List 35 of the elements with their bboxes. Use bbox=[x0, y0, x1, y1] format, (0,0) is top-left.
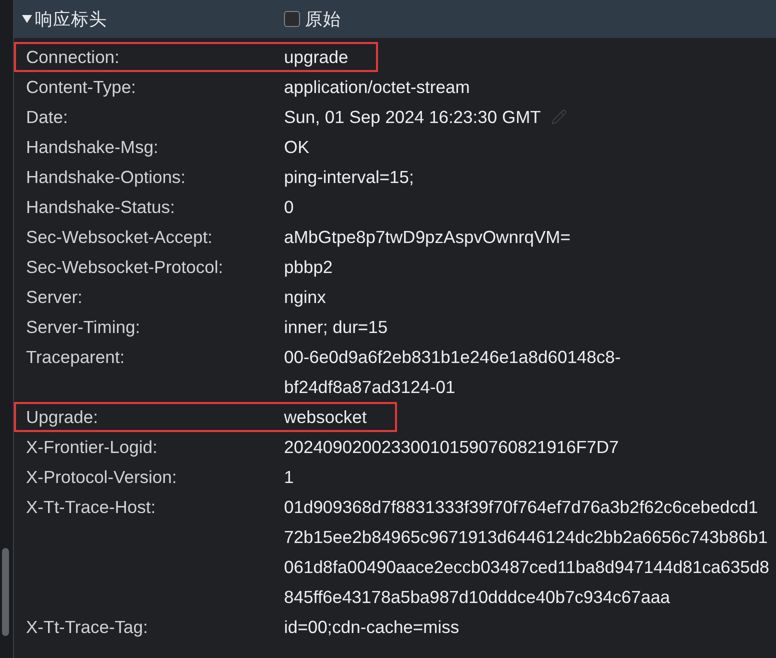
header-name: Connection: bbox=[25, 46, 120, 69]
header-value: OK bbox=[284, 136, 310, 159]
header-name: X-Frontier-Logid: bbox=[25, 436, 158, 459]
header-value: aMbGtpe8p7twD9pzAspvOwnrqVM= bbox=[284, 226, 570, 249]
header-name: Handshake-Status: bbox=[25, 196, 176, 219]
header-name: X-Tt-Trace-Tag: bbox=[25, 616, 149, 639]
header-name: Server-Timing: bbox=[25, 316, 142, 339]
header-name: Sec-Websocket-Protocol: bbox=[25, 256, 224, 279]
section-title[interactable]: 响应标头 bbox=[35, 7, 107, 31]
header-value: nginx bbox=[284, 286, 326, 309]
header-name: X-Protocol-Version: bbox=[25, 466, 178, 489]
header-value: websocket bbox=[284, 406, 367, 429]
header-name: Sec-Websocket-Accept: bbox=[25, 226, 214, 249]
header-value: 0 bbox=[284, 196, 294, 219]
header-value: upgrade bbox=[284, 46, 348, 69]
header-value: Sun, 01 Sep 2024 16:23:30 GMT bbox=[284, 106, 541, 129]
header-value: ping-interval=15; bbox=[284, 166, 414, 189]
header-name: Upgrade: bbox=[25, 406, 99, 429]
header-name: Date: bbox=[25, 106, 69, 129]
header-name: Handshake-Msg: bbox=[25, 136, 160, 159]
header-name: X-Tt-Trace-Host: bbox=[25, 496, 157, 519]
header-value: 1 bbox=[284, 466, 294, 489]
header-value: inner; dur=15 bbox=[284, 316, 388, 339]
header-value: 202409020023300101590760821916F7D7 bbox=[284, 436, 619, 459]
header-value: application/octet-stream bbox=[284, 76, 470, 99]
checkbox-label[interactable]: 原始 bbox=[305, 7, 341, 31]
header-value: pbbp2 bbox=[284, 256, 333, 279]
header-name: Server: bbox=[25, 286, 84, 309]
header-name: Content-Type: bbox=[25, 76, 137, 99]
scrollbar-thumb[interactable] bbox=[2, 548, 9, 636]
header-name: Traceparent: bbox=[25, 346, 126, 369]
header-value: id=00;cdn-cache=miss bbox=[284, 616, 460, 639]
triangle-down-icon[interactable] bbox=[22, 14, 32, 24]
raw-checkbox[interactable] bbox=[284, 11, 300, 27]
header-name: Handshake-Options: bbox=[25, 166, 187, 189]
